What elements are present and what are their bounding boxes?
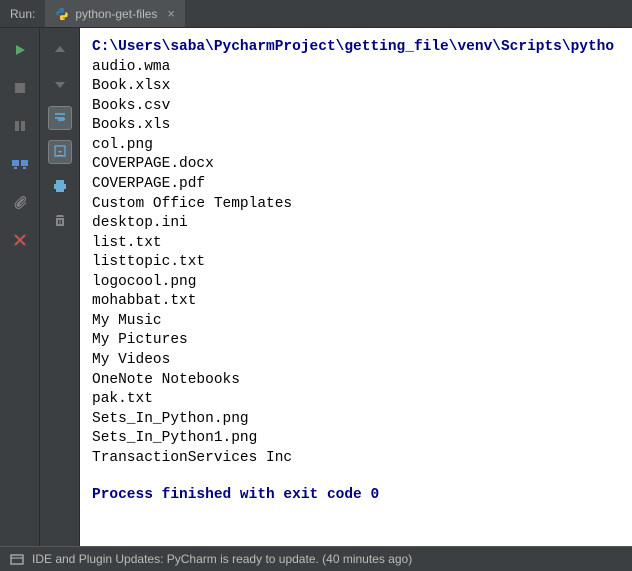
console-line: My Music — [92, 312, 620, 332]
console-output[interactable]: C:\Users\saba\PycharmProject\getting_fil… — [80, 28, 632, 546]
console-line: Custom Office Templates — [92, 195, 620, 215]
console-line: Sets_In_Python1.png — [92, 429, 620, 449]
dump-threads-button[interactable] — [8, 152, 32, 176]
run-tab[interactable]: python-get-files × — [45, 0, 185, 27]
console-line: desktop.ini — [92, 214, 620, 234]
close-icon[interactable]: × — [167, 6, 175, 21]
python-icon — [55, 7, 69, 21]
console-line: Books.csv — [92, 97, 620, 117]
run-gutter-primary — [0, 28, 40, 546]
stop-button[interactable] — [8, 76, 32, 100]
console-line: list.txt — [92, 234, 620, 254]
console-line: Sets_In_Python.png — [92, 410, 620, 430]
clear-all-button[interactable] — [48, 208, 72, 232]
status-bar: IDE and Plugin Updates: PyCharm is ready… — [0, 546, 632, 571]
run-tool-header: Run: python-get-files × — [0, 0, 632, 28]
console-line: My Videos — [92, 351, 620, 371]
print-button[interactable] — [48, 174, 72, 198]
run-tab-label: python-get-files — [75, 7, 157, 21]
soft-wrap-button[interactable] — [48, 106, 72, 130]
console-line: logocool.png — [92, 273, 620, 293]
up-button[interactable] — [48, 38, 72, 62]
console-line: mohabbat.txt — [92, 292, 620, 312]
console-line: col.png — [92, 136, 620, 156]
console-line: COVERPAGE.pdf — [92, 175, 620, 195]
run-label: Run: — [0, 7, 45, 21]
exit-button[interactable] — [8, 228, 32, 252]
console-line: TransactionServices Inc — [92, 449, 620, 469]
console-exit-line: Process finished with exit code 0 — [92, 486, 620, 506]
scroll-to-end-button[interactable] — [48, 140, 72, 164]
console-line: listtopic.txt — [92, 253, 620, 273]
attach-button[interactable] — [8, 190, 32, 214]
console-line: Book.xlsx — [92, 77, 620, 97]
down-button[interactable] — [48, 72, 72, 96]
console-command-line: C:\Users\saba\PycharmProject\getting_fil… — [92, 38, 620, 58]
console-line: pak.txt — [92, 390, 620, 410]
run-tool-body: C:\Users\saba\PycharmProject\getting_fil… — [0, 28, 632, 546]
status-text: IDE and Plugin Updates: PyCharm is ready… — [32, 552, 412, 566]
console-line: OneNote Notebooks — [92, 371, 620, 391]
pause-button[interactable] — [8, 114, 32, 138]
console-line: COVERPAGE.docx — [92, 155, 620, 175]
console-line: Books.xls — [92, 116, 620, 136]
console-line: audio.wma — [92, 58, 620, 78]
run-gutter-secondary — [40, 28, 80, 546]
rerun-button[interactable] — [8, 38, 32, 62]
console-line: My Pictures — [92, 331, 620, 351]
notification-icon[interactable] — [10, 552, 24, 566]
